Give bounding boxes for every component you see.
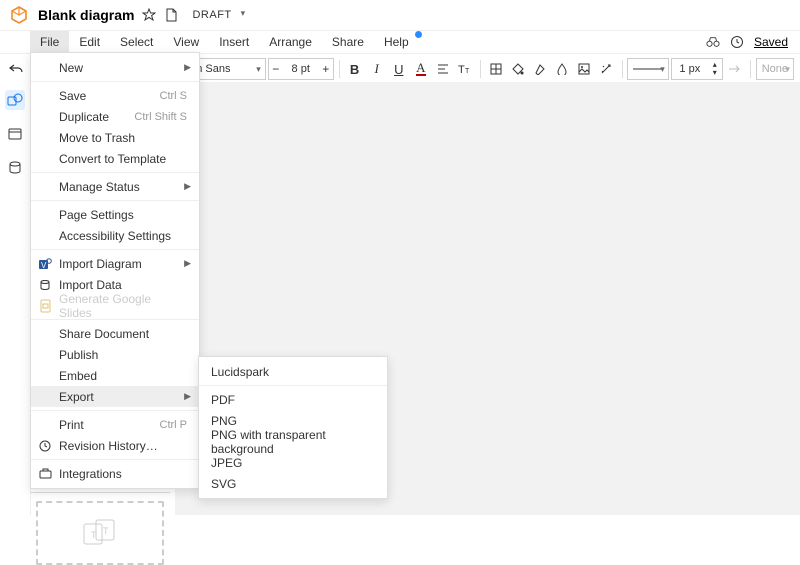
export-pdf[interactable]: PDF: [199, 389, 387, 410]
briefcase-icon: [37, 468, 53, 479]
menu-select[interactable]: Select: [110, 31, 163, 53]
menu-file[interactable]: File: [30, 31, 69, 53]
menu-item-share-document[interactable]: Share Document: [31, 323, 199, 344]
menu-item-publish[interactable]: Publish: [31, 344, 199, 365]
export-submenu: Lucidspark PDF PNG PNG with transparent …: [198, 356, 388, 499]
increase-font-button[interactable]: +: [319, 62, 333, 76]
layout-grid-button[interactable]: [486, 57, 506, 81]
svg-text:T: T: [91, 530, 97, 540]
menu-item-trash[interactable]: Move to Trash: [31, 127, 199, 148]
shape-fill-select[interactable]: None: [756, 58, 794, 80]
line-width-value[interactable]: 1 px: [672, 63, 708, 75]
svg-text:T: T: [465, 68, 470, 75]
image-button[interactable]: [574, 57, 594, 81]
rail-data-icon[interactable]: [5, 158, 25, 178]
export-svg[interactable]: SVG: [199, 473, 387, 494]
menu-arrange[interactable]: Arrange: [259, 31, 322, 53]
rail-container-icon[interactable]: [5, 124, 25, 144]
align-button[interactable]: [433, 57, 453, 81]
chevron-right-icon: ▶: [184, 391, 191, 402]
line-width-up[interactable]: ▴▾: [708, 61, 722, 77]
menu-share[interactable]: Share: [322, 31, 374, 53]
slides-icon: [37, 299, 53, 313]
export-lucidspark[interactable]: Lucidspark: [199, 361, 387, 382]
chevron-right-icon: ▶: [184, 181, 191, 192]
export-png-transparent[interactable]: PNG with transparent background: [199, 431, 387, 452]
menu-item-accessibility[interactable]: Accessibility Settings: [31, 225, 199, 246]
help-notification-dot: [415, 31, 422, 38]
menu-item-revision-history[interactable]: Revision History…: [31, 435, 199, 456]
document-title[interactable]: Blank diagram: [38, 7, 134, 23]
database-icon: [37, 279, 53, 291]
bold-button[interactable]: B: [345, 57, 365, 81]
menu-edit[interactable]: Edit: [69, 31, 110, 53]
text-size-button[interactable]: TT: [455, 57, 475, 81]
chevron-right-icon: ▶: [184, 258, 191, 269]
visio-icon: V: [37, 257, 53, 271]
clock-icon: [37, 440, 53, 452]
italic-button[interactable]: I: [367, 57, 387, 81]
saved-status[interactable]: Saved: [754, 35, 788, 49]
menu-item-export[interactable]: Export▶: [31, 386, 199, 407]
magic-button[interactable]: [596, 57, 616, 81]
star-icon[interactable]: [142, 8, 156, 22]
menu-item-page-settings[interactable]: Page Settings: [31, 204, 199, 225]
highlight-button[interactable]: [530, 57, 550, 81]
line-width-stepper[interactable]: 1 px ▴▾: [671, 58, 723, 80]
menu-item-print[interactable]: PrintCtrl P: [31, 414, 199, 435]
font-size-stepper[interactable]: − 8 pt +: [268, 58, 334, 80]
find-icon[interactable]: [706, 35, 720, 49]
menu-item-save[interactable]: SaveCtrl S: [31, 85, 199, 106]
clock-icon[interactable]: [730, 35, 744, 49]
app-logo: [8, 4, 30, 26]
svg-text:T: T: [458, 64, 465, 75]
text-color-button[interactable]: A: [411, 57, 431, 81]
chevron-right-icon: ▶: [184, 62, 191, 73]
rail-shapes-icon[interactable]: [5, 90, 25, 110]
menu-item-new[interactable]: New▶: [31, 57, 199, 78]
menu-help[interactable]: Help: [374, 31, 419, 53]
droplet-button[interactable]: [552, 57, 572, 81]
status-select[interactable]: DRAFT: [186, 7, 245, 23]
menu-item-google-slides: Generate Google Slides: [31, 295, 199, 316]
menu-view[interactable]: View: [163, 31, 209, 53]
svg-text:T: T: [103, 526, 109, 536]
arrow-style-button[interactable]: [725, 57, 745, 81]
menu-item-manage-status[interactable]: Manage Status▶: [31, 176, 199, 197]
line-style-select[interactable]: [627, 58, 668, 80]
underline-button[interactable]: U: [389, 57, 409, 81]
font-size-value[interactable]: 8 pt: [283, 63, 319, 75]
menu-insert[interactable]: Insert: [209, 31, 259, 53]
fill-color-button[interactable]: [508, 57, 528, 81]
decrease-font-button[interactable]: −: [269, 62, 283, 76]
svg-text:V: V: [41, 261, 47, 270]
menu-item-duplicate[interactable]: DuplicateCtrl Shift S: [31, 106, 199, 127]
page-icon[interactable]: [164, 8, 178, 22]
file-menu-dropdown: New▶ SaveCtrl S DuplicateCtrl Shift S Mo…: [30, 52, 200, 489]
menu-item-embed[interactable]: Embed: [31, 365, 199, 386]
menu-item-import-diagram[interactable]: VImport Diagram▶: [31, 253, 199, 274]
undo-icon[interactable]: [6, 57, 26, 81]
saved-shapes-dropzone[interactable]: TT: [36, 501, 164, 565]
menu-item-convert-template[interactable]: Convert to Template: [31, 148, 199, 169]
menu-item-integrations[interactable]: Integrations: [31, 463, 199, 484]
